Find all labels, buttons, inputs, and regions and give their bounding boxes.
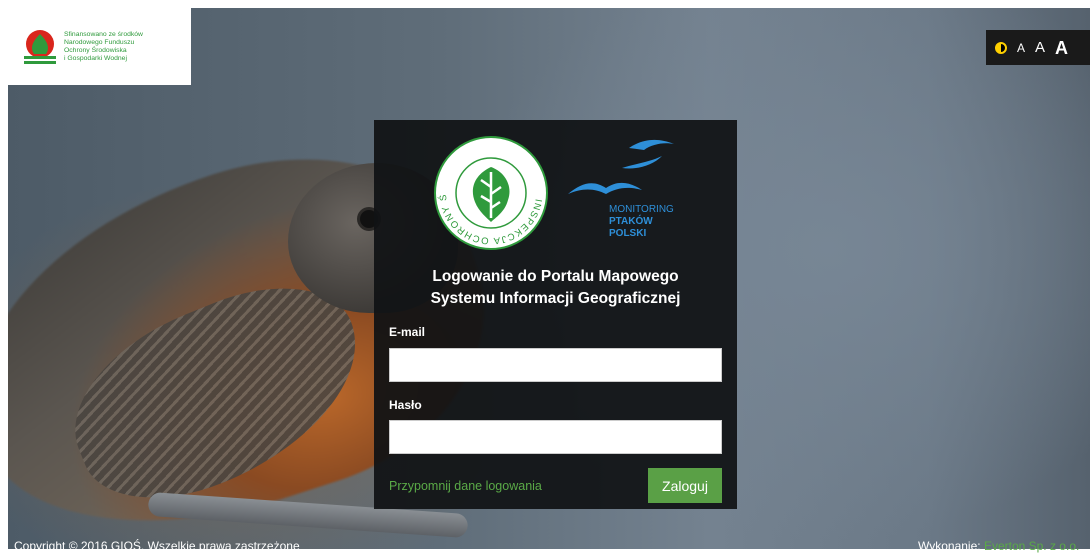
nfosigw-logo-icon	[22, 28, 58, 66]
monitoring-ptakow-logo-icon	[564, 132, 684, 262]
email-field[interactable]	[389, 348, 722, 382]
gios-logo-icon: INSPEKCJA OCHRONY ŚRODOWISKA	[426, 124, 551, 259]
funding-banner[interactable]: Sfinansowano ze środków Narodowego Fundu…	[8, 8, 191, 85]
funding-line: Narodowego Funduszu	[64, 38, 135, 46]
copyright-text: Copyright © 2016 GIOŚ. Wszelkie prawa za…	[14, 539, 300, 553]
font-size-large-button[interactable]: A	[1055, 39, 1068, 57]
password-field[interactable]	[389, 420, 722, 454]
made-by-link[interactable]: Everton Sp. z o.o.	[984, 539, 1079, 553]
made-by: Wykonanie: Everton Sp. z o.o.	[918, 539, 1079, 553]
font-size-medium-button[interactable]: A	[1035, 40, 1045, 55]
contrast-icon[interactable]	[995, 41, 1007, 54]
remind-credentials-link[interactable]: Przypomnij dane logowania	[389, 479, 542, 493]
funding-text: Sfinansowano ze środków Narodowego Fundu…	[64, 31, 174, 63]
login-title: Logowanie do Portalu Mapowego Systemu In…	[374, 266, 737, 310]
funding-line: Ochrony Środowiska	[64, 46, 127, 54]
title-line-2: Systemu Informacji Geograficznej	[430, 290, 681, 307]
monitoring-ptakow-text: MONITORING PTAKÓW POLSKI	[609, 204, 674, 240]
made-by-label: Wykonanie:	[918, 539, 981, 553]
title-line-1: Logowanie do Portalu Mapowego	[432, 268, 679, 285]
accessibility-toolbar: A A A	[986, 30, 1090, 65]
login-panel: INSPEKCJA OCHRONY ŚRODOWISKA MONITORING …	[374, 120, 737, 509]
password-label: Hasło	[389, 398, 422, 412]
funding-line: i Gospodarki Wodnej	[64, 54, 127, 62]
ptakow-line: PTAKÓW	[609, 216, 653, 227]
funding-line: Sfinansowano ze środków	[64, 30, 143, 38]
email-label: E-mail	[389, 325, 426, 339]
polski-line: POLSKI	[609, 228, 647, 239]
login-button[interactable]: Zaloguj	[648, 468, 722, 503]
font-size-small-button[interactable]: A	[1017, 42, 1025, 54]
monitoring-line: MONITORING	[609, 204, 674, 215]
